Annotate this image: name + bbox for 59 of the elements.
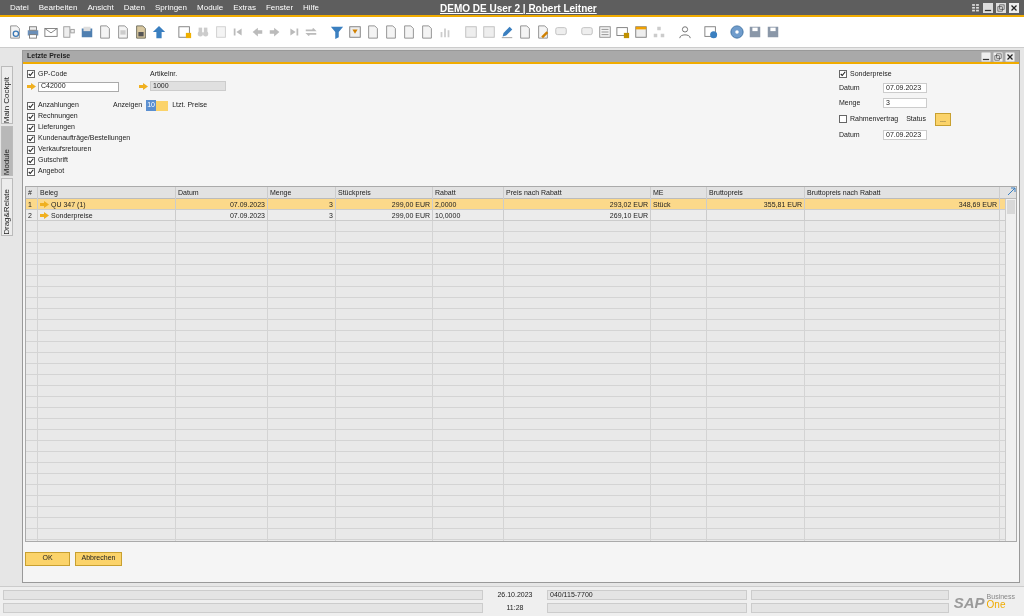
envelope-icon[interactable] bbox=[44, 25, 58, 39]
window-icon[interactable] bbox=[178, 25, 192, 39]
scrollbar[interactable] bbox=[1005, 198, 1016, 541]
logo-text: SAP bbox=[953, 595, 985, 610]
save-icon[interactable] bbox=[766, 25, 780, 39]
checkbox[interactable] bbox=[839, 70, 847, 78]
fax-icon[interactable] bbox=[80, 25, 94, 39]
pencil-icon[interactable] bbox=[500, 25, 514, 39]
grid-icon[interactable] bbox=[971, 3, 980, 12]
menu-item[interactable]: Daten bbox=[123, 1, 145, 14]
restore-icon[interactable] bbox=[996, 2, 1006, 13]
menu-item[interactable]: Hilfe bbox=[303, 1, 320, 14]
arrow-left-icon[interactable] bbox=[250, 25, 264, 39]
help-icon[interactable] bbox=[730, 25, 744, 39]
menu-item[interactable]: Datei bbox=[10, 1, 29, 14]
menu-item[interactable]: Module bbox=[197, 1, 224, 14]
document-icon[interactable] bbox=[134, 25, 148, 39]
checkbox[interactable] bbox=[839, 115, 847, 123]
minimize-icon[interactable] bbox=[983, 2, 993, 13]
refresh-icon[interactable] bbox=[304, 25, 318, 39]
menu-item[interactable]: Fenster bbox=[265, 1, 294, 14]
arrow-right-icon[interactable] bbox=[268, 25, 282, 39]
checkbox[interactable] bbox=[27, 112, 35, 121]
hierarchy-icon[interactable] bbox=[652, 25, 666, 39]
checkbox[interactable] bbox=[27, 123, 35, 132]
checkbox[interactable] bbox=[27, 134, 35, 143]
checkbox[interactable] bbox=[27, 167, 35, 176]
close-icon[interactable] bbox=[1005, 51, 1015, 62]
side-tab[interactable]: Drag&Relate bbox=[1, 178, 13, 236]
menu-item[interactable]: Extras bbox=[233, 1, 256, 14]
sort-icon[interactable] bbox=[348, 25, 362, 39]
preview-icon[interactable] bbox=[8, 25, 22, 39]
calendar-icon[interactable] bbox=[634, 25, 648, 39]
menu-item[interactable]: Springen bbox=[155, 1, 187, 14]
window-title: DEMO DE User 2 | Robert Leitner bbox=[440, 2, 597, 16]
list-icon[interactable] bbox=[598, 25, 612, 39]
printer-icon[interactable] bbox=[26, 25, 40, 39]
close-icon[interactable] bbox=[1009, 2, 1019, 13]
checkbox[interactable] bbox=[27, 145, 35, 154]
checkbox[interactable] bbox=[27, 156, 35, 165]
menu-item[interactable]: Ansicht bbox=[87, 1, 114, 14]
minimize-icon[interactable] bbox=[981, 51, 991, 62]
edit-document-icon[interactable] bbox=[536, 25, 550, 39]
checkbox[interactable] bbox=[27, 70, 35, 79]
link-arrow-icon[interactable] bbox=[27, 83, 36, 90]
menu-item[interactable]: Bearbeiten bbox=[38, 1, 78, 14]
side-tab[interactable]: Module bbox=[1, 126, 13, 176]
expand-icon[interactable] bbox=[1007, 186, 1016, 196]
binoculars-icon[interactable] bbox=[196, 25, 210, 39]
web-window-icon[interactable] bbox=[704, 25, 718, 39]
side-tab[interactable]: Main Cockpit bbox=[1, 66, 13, 124]
filter-icon[interactable] bbox=[330, 25, 344, 39]
save-icon[interactable] bbox=[748, 25, 762, 39]
person-icon[interactable] bbox=[678, 25, 692, 39]
checkbox[interactable] bbox=[27, 101, 35, 110]
up-arrow-icon[interactable] bbox=[152, 25, 166, 39]
link-arrow-icon[interactable] bbox=[139, 82, 148, 90]
logo-text: One bbox=[986, 600, 1006, 610]
envelope-icon[interactable] bbox=[616, 25, 630, 39]
